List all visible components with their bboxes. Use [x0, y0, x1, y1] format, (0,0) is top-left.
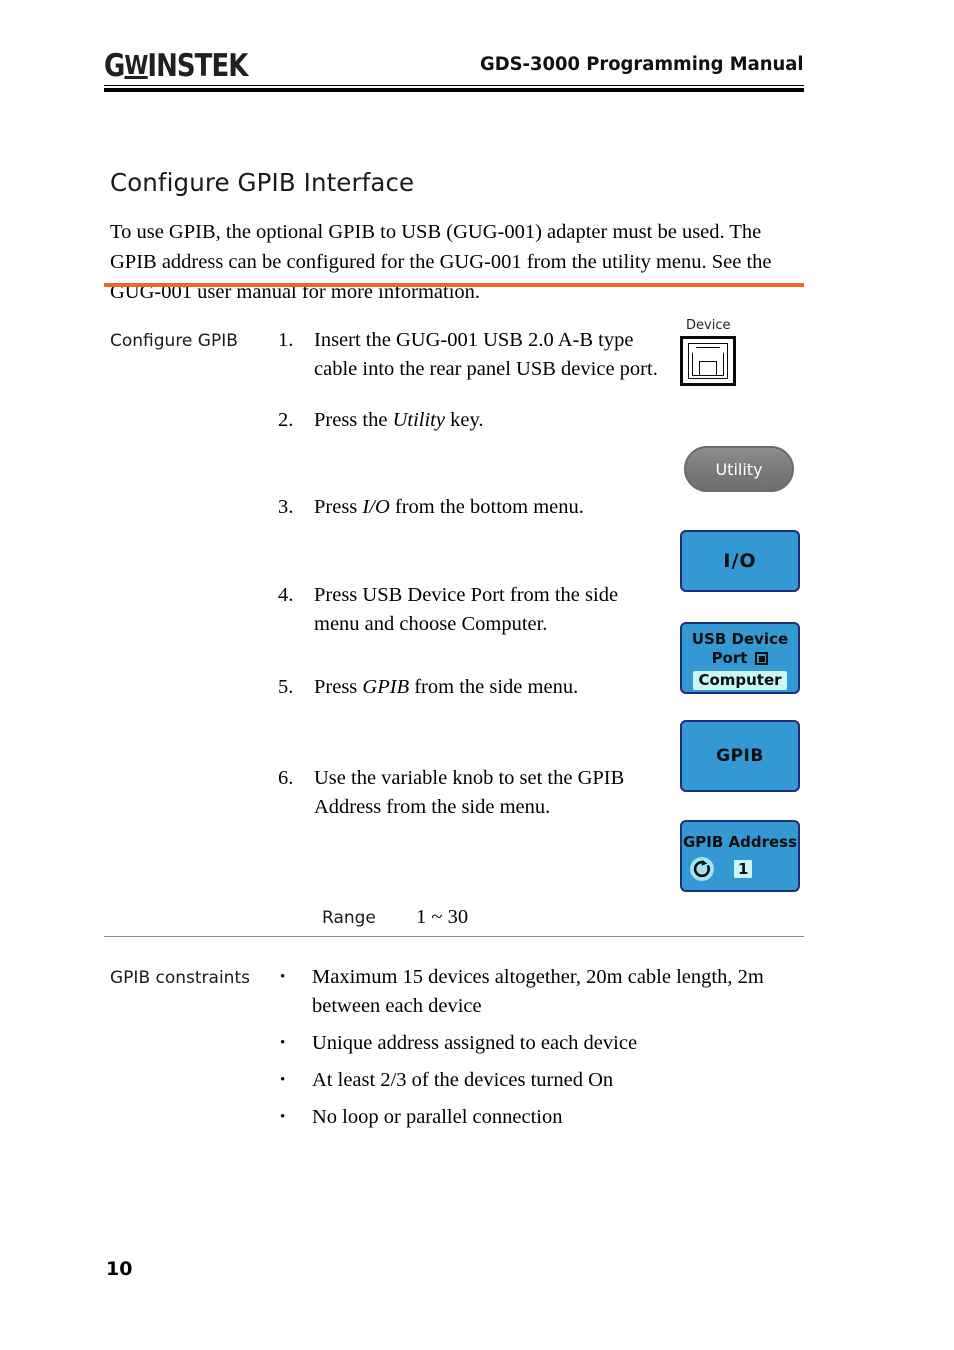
utility-button[interactable]: Utility — [684, 446, 794, 492]
list-item: 1. Insert the GUG-001 USB 2.0 A-B type c… — [278, 326, 668, 384]
section-divider — [104, 936, 804, 937]
logo-text-main: G — [104, 48, 125, 84]
list-item: 6. Use the variable knob to set the GPIB… — [278, 764, 668, 822]
step-text: Press USB Device Port from the side menu… — [314, 584, 619, 635]
constraint-text: Unique address assigned to each device — [312, 1032, 638, 1054]
list-item: 2. Press the Utility key. — [278, 406, 668, 435]
page-header: GWINSTEK GDS-3000 Programming Manual — [104, 46, 804, 94]
document-page: GWINSTEK GDS-3000 Programming Manual Con… — [0, 0, 954, 1350]
procedure-step-list: 1. Insert the GUG-001 USB 2.0 A-B type c… — [278, 326, 668, 822]
step-text-emphasis: Utility — [392, 409, 445, 431]
gpib-address-value[interactable]: 1 — [734, 860, 753, 878]
usb-device-caption: Device — [686, 318, 731, 333]
gpib-address-softkey-figure: GPIB Address 1 — [680, 820, 800, 892]
step-number: 2. — [278, 409, 294, 431]
io-softkey-button[interactable]: I/O — [680, 530, 800, 592]
usb-device-port-softkey-button[interactable]: USB Device Port Computer — [680, 622, 800, 694]
step-text-pre: Press — [314, 676, 363, 698]
usb-device-port-label: Port — [711, 649, 748, 667]
step-text: Press the Utility key. — [314, 406, 668, 435]
constraint-text: At least 2/3 of the devices turned On — [312, 1069, 614, 1091]
page-number: 10 — [106, 1258, 133, 1280]
list-item: 3. Press I/O from the bottom menu. — [278, 493, 668, 522]
step-number: 1. — [278, 329, 294, 351]
step-text-post: from the bottom menu. — [389, 496, 584, 518]
usb-device-port-softkey-figure: USB Device Port Computer — [680, 622, 800, 694]
step-text-post: key. — [444, 409, 484, 431]
list-item: • At least 2/3 of the devices turned On — [280, 1066, 780, 1095]
step-number: 3. — [278, 496, 294, 518]
rotary-knob-icon — [690, 857, 714, 881]
logo-text-w: W — [124, 51, 148, 81]
step-text-post: from the side menu. — [409, 676, 579, 698]
step-text-emphasis: I/O — [362, 496, 390, 518]
usb-device-port-figure: Device — [672, 318, 804, 386]
intro-paragraph: To use GPIB, the optional GPIB to USB (G… — [110, 220, 772, 303]
io-softkey-figure: I/O — [680, 530, 800, 592]
constraints-label: GPIB constraints — [110, 968, 250, 988]
utility-key-figure: Utility — [684, 446, 794, 492]
usb-type-b-port-icon — [680, 336, 736, 386]
brand-logo: GWINSTEK — [104, 48, 248, 84]
range-label: Range — [322, 908, 376, 928]
usb-port-tab — [699, 361, 717, 376]
orange-divider — [104, 283, 804, 287]
step-text-emphasis: GPIB — [362, 676, 410, 698]
list-item: 4. Press USB Device Port from the side m… — [278, 581, 668, 639]
header-rule-thick — [104, 88, 804, 92]
step-number: 4. — [278, 584, 294, 606]
list-item: • Maximum 15 devices altogether, 20m cab… — [280, 963, 780, 1021]
list-item: 5. Press GPIB from the side menu. — [278, 673, 668, 702]
logo-text-rest: INSTEK — [147, 48, 248, 84]
bullet-icon: • — [280, 1072, 286, 1088]
procedure-label: Configure GPIB — [110, 331, 238, 351]
usb-device-port-line1: USB Device — [691, 630, 789, 648]
gpib-address-softkey-button[interactable]: GPIB Address 1 — [680, 820, 800, 892]
gpib-softkey-figure: GPIB — [680, 720, 800, 792]
gpib-softkey-button[interactable]: GPIB — [680, 720, 800, 792]
usb-device-port-line2: Port — [712, 649, 769, 668]
gpib-address-value-row: 1 — [682, 851, 798, 881]
step-number: 6. — [278, 767, 294, 789]
constraint-text: Maximum 15 devices altogether, 20m cable… — [312, 966, 764, 1017]
constraints-list: • Maximum 15 devices altogether, 20m cab… — [280, 963, 780, 1140]
step-text: Use the variable knob to set the GPIB Ad… — [314, 767, 625, 818]
step-text: Press I/O from the bottom menu. — [314, 493, 668, 522]
bullet-icon: • — [280, 969, 286, 985]
constraint-text: No loop or parallel connection — [312, 1106, 563, 1128]
step-text-pre: Press the — [314, 409, 393, 431]
list-item: • No loop or parallel connection — [280, 1103, 780, 1132]
list-item: • Unique address assigned to each device — [280, 1029, 780, 1058]
filled-square-icon — [755, 652, 769, 665]
step-text-pre: Press — [314, 496, 363, 518]
header-rule-thin — [104, 85, 804, 86]
usb-device-port-selected-value[interactable]: Computer — [693, 671, 787, 690]
bullet-icon: • — [280, 1035, 286, 1051]
range-value: 1 ~ 30 — [416, 906, 469, 928]
manual-title: GDS-3000 Programming Manual — [480, 54, 804, 75]
gpib-address-title: GPIB Address — [682, 833, 798, 851]
step-text: Insert the GUG-001 USB 2.0 A-B type cabl… — [314, 329, 658, 380]
step-text: Press GPIB from the side menu. — [314, 673, 668, 702]
step-number: 5. — [278, 676, 294, 698]
page-title: Configure GPIB Interface — [110, 168, 415, 198]
bullet-icon: • — [280, 1109, 286, 1125]
